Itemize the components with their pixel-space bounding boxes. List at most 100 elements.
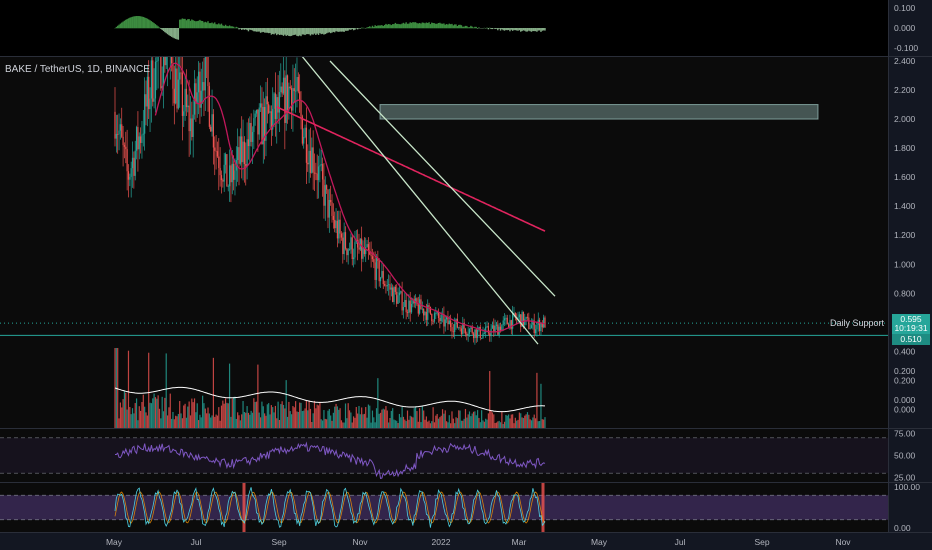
oscillator-bar (246, 28, 248, 31)
oscillator-bar (312, 28, 314, 35)
oscillator-bar (214, 22, 216, 29)
oscillator-bar (387, 23, 390, 29)
candle-body (404, 300, 406, 308)
candle-body (330, 200, 332, 203)
candle-body (183, 111, 185, 116)
oscillator-bar (316, 28, 318, 34)
candle-body (472, 333, 475, 339)
oscillator-bar (529, 28, 531, 32)
volume-bar (127, 350, 130, 428)
volume-bar (141, 402, 143, 428)
volume-bar (261, 401, 263, 428)
volume-bar (160, 418, 162, 428)
oscillator-bar (501, 28, 503, 30)
oscillator-bar (247, 28, 250, 32)
time-axis[interactable]: May Jul Sep Nov 2022 Mar May Jul Sep Nov (106, 537, 851, 547)
oscillator-bar (255, 28, 258, 32)
volume-bar (150, 403, 152, 428)
candle-body (518, 314, 520, 318)
volume-bar (216, 415, 219, 428)
candle-body (398, 292, 401, 296)
oscillator-bar (425, 22, 428, 29)
oscillator-bar (208, 23, 211, 29)
volume-bar (220, 405, 223, 428)
candle-body (425, 311, 427, 320)
volume-bar (503, 421, 506, 428)
volume-bar (295, 401, 297, 428)
volume-bar (254, 401, 256, 428)
oscillator-bar (521, 28, 523, 32)
volume-axis-tick: 0.200 (894, 366, 916, 376)
candle-body (114, 111, 116, 139)
candle-body (315, 172, 317, 174)
oscillator-bar (180, 19, 182, 29)
candle-body (288, 86, 290, 111)
volume-bar (471, 413, 473, 428)
oscillator-bar (544, 28, 546, 31)
volume-bar (397, 423, 399, 428)
volume-bar (521, 417, 523, 428)
oscillator-bar (418, 22, 421, 29)
candle-body (121, 124, 123, 137)
candle-body (452, 331, 454, 333)
volume-bar (274, 405, 277, 428)
oscillator-bar (185, 20, 188, 29)
oscillator-bar (474, 26, 476, 29)
volume-bar (420, 422, 422, 428)
price-axis-tick: 2.200 (894, 85, 916, 95)
candle-body (530, 325, 533, 329)
oscillator-bar (494, 28, 496, 30)
oscillator-bar (184, 18, 186, 29)
candle-body (321, 164, 324, 180)
oscillator-bar (362, 27, 364, 29)
oscillator-bar (263, 28, 266, 33)
volume-bar (214, 416, 216, 428)
candle-body (243, 141, 246, 164)
oscillator-bar (141, 16, 143, 29)
bar-countdown: 10:19:31 (894, 323, 928, 333)
volume-bar (193, 398, 196, 428)
oscillator-bar (470, 25, 472, 29)
oscillator-bar (385, 23, 387, 29)
oscillator-bar (269, 28, 271, 34)
oscillator-bar (435, 23, 437, 29)
volume-bar (237, 412, 239, 428)
volume-bar (121, 407, 123, 428)
volume-bar (373, 417, 375, 428)
candle-body (216, 151, 219, 157)
candle-body (259, 103, 262, 108)
volume-bar (118, 418, 120, 428)
oscillator-bar (344, 28, 347, 31)
oscillator-bar (383, 24, 386, 29)
candle-body (375, 257, 378, 280)
candle-body (312, 147, 314, 173)
volume-bar (304, 408, 306, 428)
candle-body (506, 317, 508, 325)
candle-body (115, 133, 117, 139)
oscillator-bar (408, 23, 410, 29)
price-axis-tick: 2.000 (894, 114, 916, 124)
candle-body (451, 327, 453, 332)
chart-canvas[interactable]: 2.400 2.200 2.000 1.800 1.600 1.400 1.200 1.000… (0, 0, 932, 550)
oscillator-bar (133, 16, 135, 29)
volume-bar (226, 402, 228, 428)
oscillator-bar (300, 28, 302, 37)
oscillator-bar (513, 28, 515, 31)
volume-bar (199, 414, 201, 428)
price-axis-tick: 1.600 (894, 172, 916, 182)
volume-bar (129, 406, 131, 428)
oscillator-bar (526, 28, 529, 32)
oscillator-bar (358, 28, 360, 29)
candle-body (137, 127, 139, 150)
price-axis[interactable]: 2.400 2.200 2.000 1.800 1.600 1.400 1.200 1.000… (894, 3, 920, 533)
volume-bar (344, 403, 347, 428)
candle-body (421, 308, 423, 310)
volume-bar (255, 401, 258, 428)
candle-body (191, 118, 193, 138)
volume-bar (123, 391, 126, 428)
candle-body (338, 219, 340, 239)
volume-bar (282, 404, 285, 428)
volume-bar (187, 406, 189, 428)
candle-body (207, 57, 209, 87)
oscillator-bar (270, 28, 273, 35)
